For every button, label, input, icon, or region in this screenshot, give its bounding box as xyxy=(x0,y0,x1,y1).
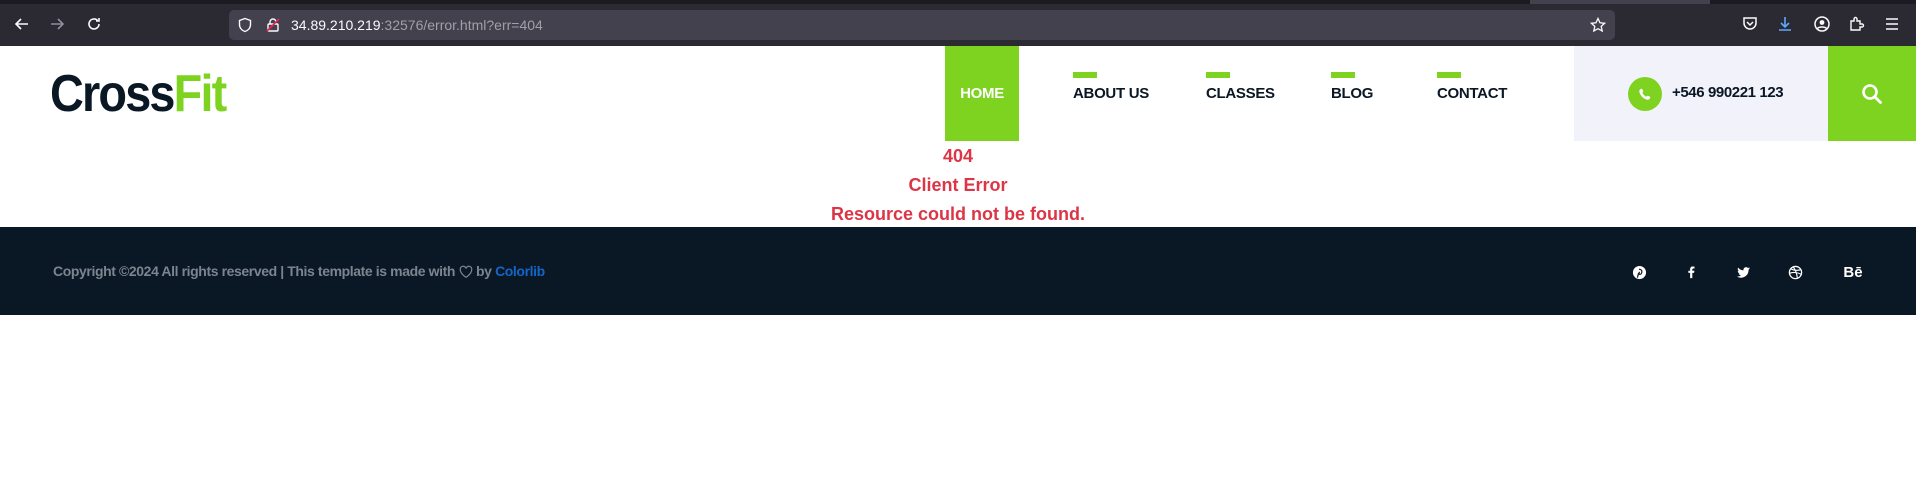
hamburger-menu-icon xyxy=(1886,18,1898,30)
error-title: Client Error xyxy=(908,175,1008,195)
colorlib-link[interactable]: Colorlib xyxy=(495,263,545,279)
back-arrow-icon xyxy=(14,18,28,30)
extensions-button[interactable] xyxy=(1848,15,1866,33)
nav-label: BLOG xyxy=(1331,85,1374,102)
url-text[interactable]: 34.89.210.219:32576/error.html?err=404 xyxy=(291,16,543,34)
pinterest-link[interactable] xyxy=(1630,263,1648,281)
phone-number: +546 990221 123 xyxy=(1672,84,1784,101)
nav-item-home[interactable]: HOME xyxy=(945,46,1019,141)
dribbble-icon xyxy=(1788,265,1802,279)
forward-arrow-icon xyxy=(51,18,65,30)
pocket-button[interactable] xyxy=(1741,15,1759,33)
logo-text-fit: Fit xyxy=(173,65,228,123)
pocket-icon xyxy=(1743,17,1757,30)
insecure-lock-icon[interactable] xyxy=(265,17,281,33)
phone-contact-box[interactable]: +546 990221 123 xyxy=(1574,46,1828,141)
site-footer: Copyright ©2024 All rights reserved | Th… xyxy=(0,227,1916,315)
nav-indicator-bar xyxy=(1437,72,1461,78)
behance-link[interactable]: Bē xyxy=(1838,263,1868,281)
copyright-by: by xyxy=(476,263,492,279)
site-header: CrossFit HOME ABOUT US CLASSES BLOG CONT… xyxy=(0,46,1916,141)
nav-label: HOME xyxy=(960,85,1004,102)
puzzle-icon xyxy=(1850,16,1865,31)
back-button[interactable] xyxy=(11,13,33,35)
menu-button[interactable] xyxy=(1883,15,1901,33)
twitter-icon xyxy=(1736,266,1750,278)
error-description: Resource could not be found. xyxy=(830,204,1085,224)
copyright-prefix: Copyright ©2024 All rights reserved | Th… xyxy=(53,263,456,279)
nav-label: CONTACT xyxy=(1437,85,1508,102)
browser-toolbar: 34.89.210.219:32576/error.html?err=404 xyxy=(0,0,1916,46)
facebook-icon xyxy=(1688,266,1695,279)
reload-icon xyxy=(88,18,100,30)
logo-text-cross: Cross xyxy=(50,65,175,123)
download-icon xyxy=(1779,17,1791,31)
pinterest-icon xyxy=(1632,265,1646,279)
nav-indicator-bar xyxy=(1331,72,1355,78)
forward-button[interactable] xyxy=(46,13,68,35)
nav-indicator-bar xyxy=(1206,72,1230,78)
nav-item-about-us[interactable]: ABOUT US xyxy=(1073,46,1203,141)
downloads-button[interactable] xyxy=(1776,15,1794,33)
reload-button[interactable] xyxy=(83,13,105,35)
heart-icon xyxy=(459,265,472,279)
site-logo[interactable]: CrossFit xyxy=(50,65,228,123)
dribbble-link[interactable] xyxy=(1786,263,1804,281)
tab-strip xyxy=(0,0,1916,4)
address-bar[interactable]: 34.89.210.219:32576/error.html?err=404 xyxy=(229,10,1615,40)
nav-item-contact[interactable]: CONTACT xyxy=(1437,46,1547,141)
bookmark-star-icon[interactable] xyxy=(1590,17,1606,33)
shield-icon[interactable] xyxy=(237,17,253,33)
error-code: 404 xyxy=(942,146,974,166)
account-button[interactable] xyxy=(1813,15,1831,33)
facebook-link[interactable] xyxy=(1682,263,1700,281)
nav-item-blog[interactable]: BLOG xyxy=(1331,46,1411,141)
nav-item-classes[interactable]: CLASSES xyxy=(1206,46,1306,141)
behance-icon: Bē xyxy=(1843,263,1863,281)
nav-label: ABOUT US xyxy=(1073,85,1149,102)
nav-indicator-bar xyxy=(1073,72,1097,78)
nav-label: CLASSES xyxy=(1206,85,1275,102)
error-message-block: 404 Client Error Resource could not be f… xyxy=(0,142,1916,229)
copyright-text: Copyright ©2024 All rights reserved | Th… xyxy=(53,263,545,279)
phone-icon xyxy=(1628,77,1662,111)
account-icon xyxy=(1814,16,1830,32)
url-path: :32576/error.html?err=404 xyxy=(380,17,543,33)
search-icon xyxy=(1862,83,1882,104)
search-button[interactable] xyxy=(1828,46,1916,141)
url-host: 34.89.210.219 xyxy=(291,17,381,33)
twitter-link[interactable] xyxy=(1734,263,1752,281)
